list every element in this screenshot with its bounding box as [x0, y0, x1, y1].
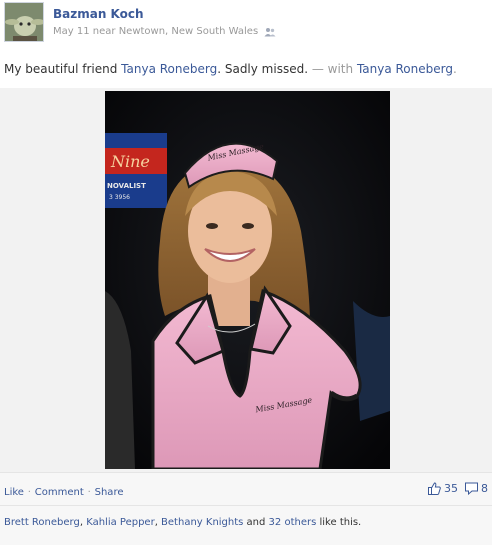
- post-header: Bazman Koch May 11 near Newtown, New Sou…: [0, 0, 492, 50]
- location-prefix: near: [92, 26, 116, 37]
- share-link[interactable]: Share: [95, 487, 124, 498]
- post-date[interactable]: May 11: [53, 26, 90, 37]
- post-message: My beautiful friend Tanya Roneberg. Sadl…: [4, 62, 457, 76]
- liker-link[interactable]: Bethany Knights: [161, 517, 243, 528]
- tagged-friend-link[interactable]: Tanya Roneberg: [357, 62, 453, 76]
- post-meta: May 11 near Newtown, New South Wales: [53, 26, 276, 37]
- action-links: Like · Comment · Share: [4, 484, 123, 498]
- message-prefix: My beautiful friend: [4, 62, 122, 76]
- friends-icon[interactable]: [264, 27, 276, 37]
- engagement-counts: 35 8: [428, 482, 488, 495]
- with-label: — with: [308, 62, 357, 76]
- avatar-image: [5, 3, 43, 41]
- sign-text: Nine: [110, 152, 150, 171]
- others-link[interactable]: 32 others: [269, 517, 317, 528]
- action-separator: ·: [87, 487, 91, 498]
- liker-link[interactable]: Kahlia Pepper: [86, 517, 155, 528]
- post-photo[interactable]: Nine NOVALIST 3 3956 Miss Massage Miss M…: [105, 91, 390, 469]
- liker-link[interactable]: Brett Roneberg: [4, 517, 80, 528]
- sign-sub: NOVALIST: [107, 182, 146, 190]
- likes-summary: Brett Roneberg, Kahlia Pepper, Bethany K…: [0, 506, 492, 545]
- likes-suffix: like this.: [316, 517, 362, 528]
- like-link[interactable]: Like: [4, 487, 24, 498]
- author-avatar[interactable]: [4, 2, 44, 42]
- mention-link[interactable]: Tanya Roneberg: [121, 62, 217, 76]
- likes-and: and: [243, 517, 269, 528]
- author-name[interactable]: Bazman Koch: [53, 7, 144, 21]
- sign-num: 3 3956: [109, 194, 130, 201]
- message-suffix: . Sadly missed.: [217, 62, 309, 76]
- post-actions-bar: Like · Comment · Share 35 8: [0, 472, 492, 506]
- post-location[interactable]: Newtown, New South Wales: [119, 26, 258, 37]
- comment-link[interactable]: Comment: [35, 487, 84, 498]
- photo-area: Nine NOVALIST 3 3956 Miss Massage Miss M…: [0, 88, 492, 472]
- action-separator: ·: [27, 487, 31, 498]
- with-end: .: [452, 62, 457, 76]
- comment-icon[interactable]: [465, 482, 478, 495]
- thumbs-up-icon[interactable]: [428, 482, 441, 495]
- photo-image: Nine NOVALIST 3 3956 Miss Massage Miss M…: [105, 91, 390, 469]
- likes-text: Brett Roneberg, Kahlia Pepper, Bethany K…: [4, 517, 361, 528]
- like-count[interactable]: 35: [444, 482, 458, 495]
- comment-count[interactable]: 8: [481, 482, 488, 495]
